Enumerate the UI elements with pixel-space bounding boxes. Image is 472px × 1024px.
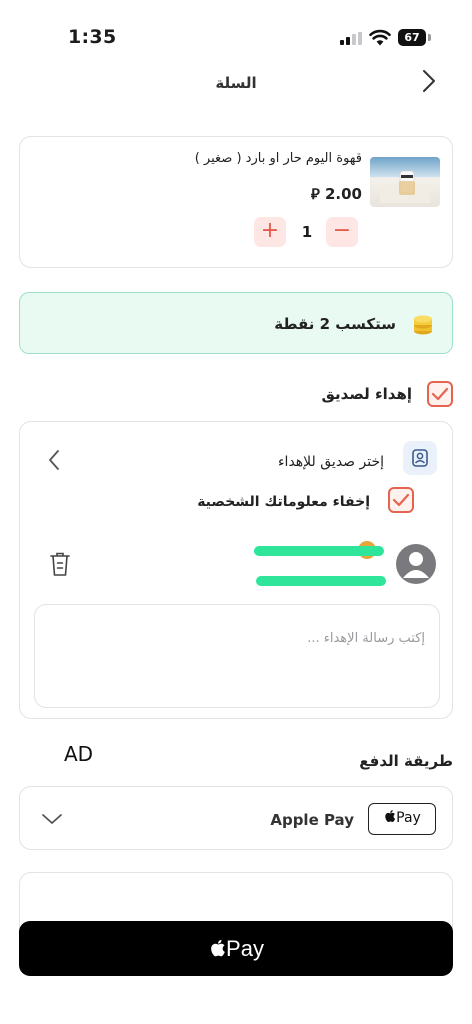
payment-method-label: Apple Pay [270,811,354,829]
chevron-right-icon[interactable] [418,68,440,94]
product-image [370,157,440,207]
increase-quantity-button[interactable]: + [254,217,286,247]
gift-details-card: إختر صديق للإهداء إخفاء معلوماتك الشخصية [19,421,453,719]
product-price: 2.00 ⃁ [310,185,362,203]
coin-stack-icon [414,315,432,335]
payment-method-selector[interactable]: Pay Apple Pay [19,786,453,850]
product-name: قهوة اليوم حار او بارد ( صغير ) [194,151,362,166]
gift-checkbox[interactable] [427,381,453,407]
battery-level: 67 [398,29,426,46]
cart-item-card: قهوة اليوم حار او بارد ( صغير ) 2.00 ⃁ +… [19,136,453,268]
gift-message-box[interactable] [34,604,440,708]
apple-logo-icon [385,810,396,823]
gift-message-input[interactable] [55,631,425,646]
pay-button-label: Pay [226,936,264,961]
check-icon [431,387,449,401]
status-bar: 1:35 67 [0,0,472,62]
quantity-value: 1 [301,223,313,241]
decrease-quantity-button[interactable]: − [326,217,358,247]
apple-pay-badge-text: Pay [396,810,421,826]
page-title: السلة [215,74,257,92]
redacted-recipient-phone [256,576,386,586]
ad-label: AD [64,742,94,766]
check-icon [392,493,410,507]
battery-icon: 67 [398,29,431,46]
payment-method-title: طريقة الدفع [359,752,453,770]
apple-pay-button[interactable]: Pay [19,921,453,976]
points-banner: ستكسب 2 نقطة [19,292,453,354]
points-text: ستكسب 2 نقطة [274,315,396,333]
hide-info-checkbox[interactable] [388,487,414,513]
chevron-left-icon[interactable] [46,448,62,472]
user-avatar-icon [396,544,436,584]
wifi-icon [369,29,391,46]
trash-icon[interactable] [48,550,72,578]
contact-card-icon[interactable] [403,441,437,475]
apple-logo-icon [211,939,225,957]
choose-friend-button[interactable]: إختر صديق للإهداء [278,454,384,470]
redacted-recipient-name [254,546,384,556]
chevron-down-icon[interactable] [40,811,64,827]
gift-label: إهداء لصديق [321,385,412,403]
apple-pay-badge: Pay [368,803,436,835]
cellular-signal-icon [340,32,364,45]
status-time: 1:35 [68,26,117,48]
hide-info-label: إخفاء معلوماتك الشخصية [197,494,370,510]
